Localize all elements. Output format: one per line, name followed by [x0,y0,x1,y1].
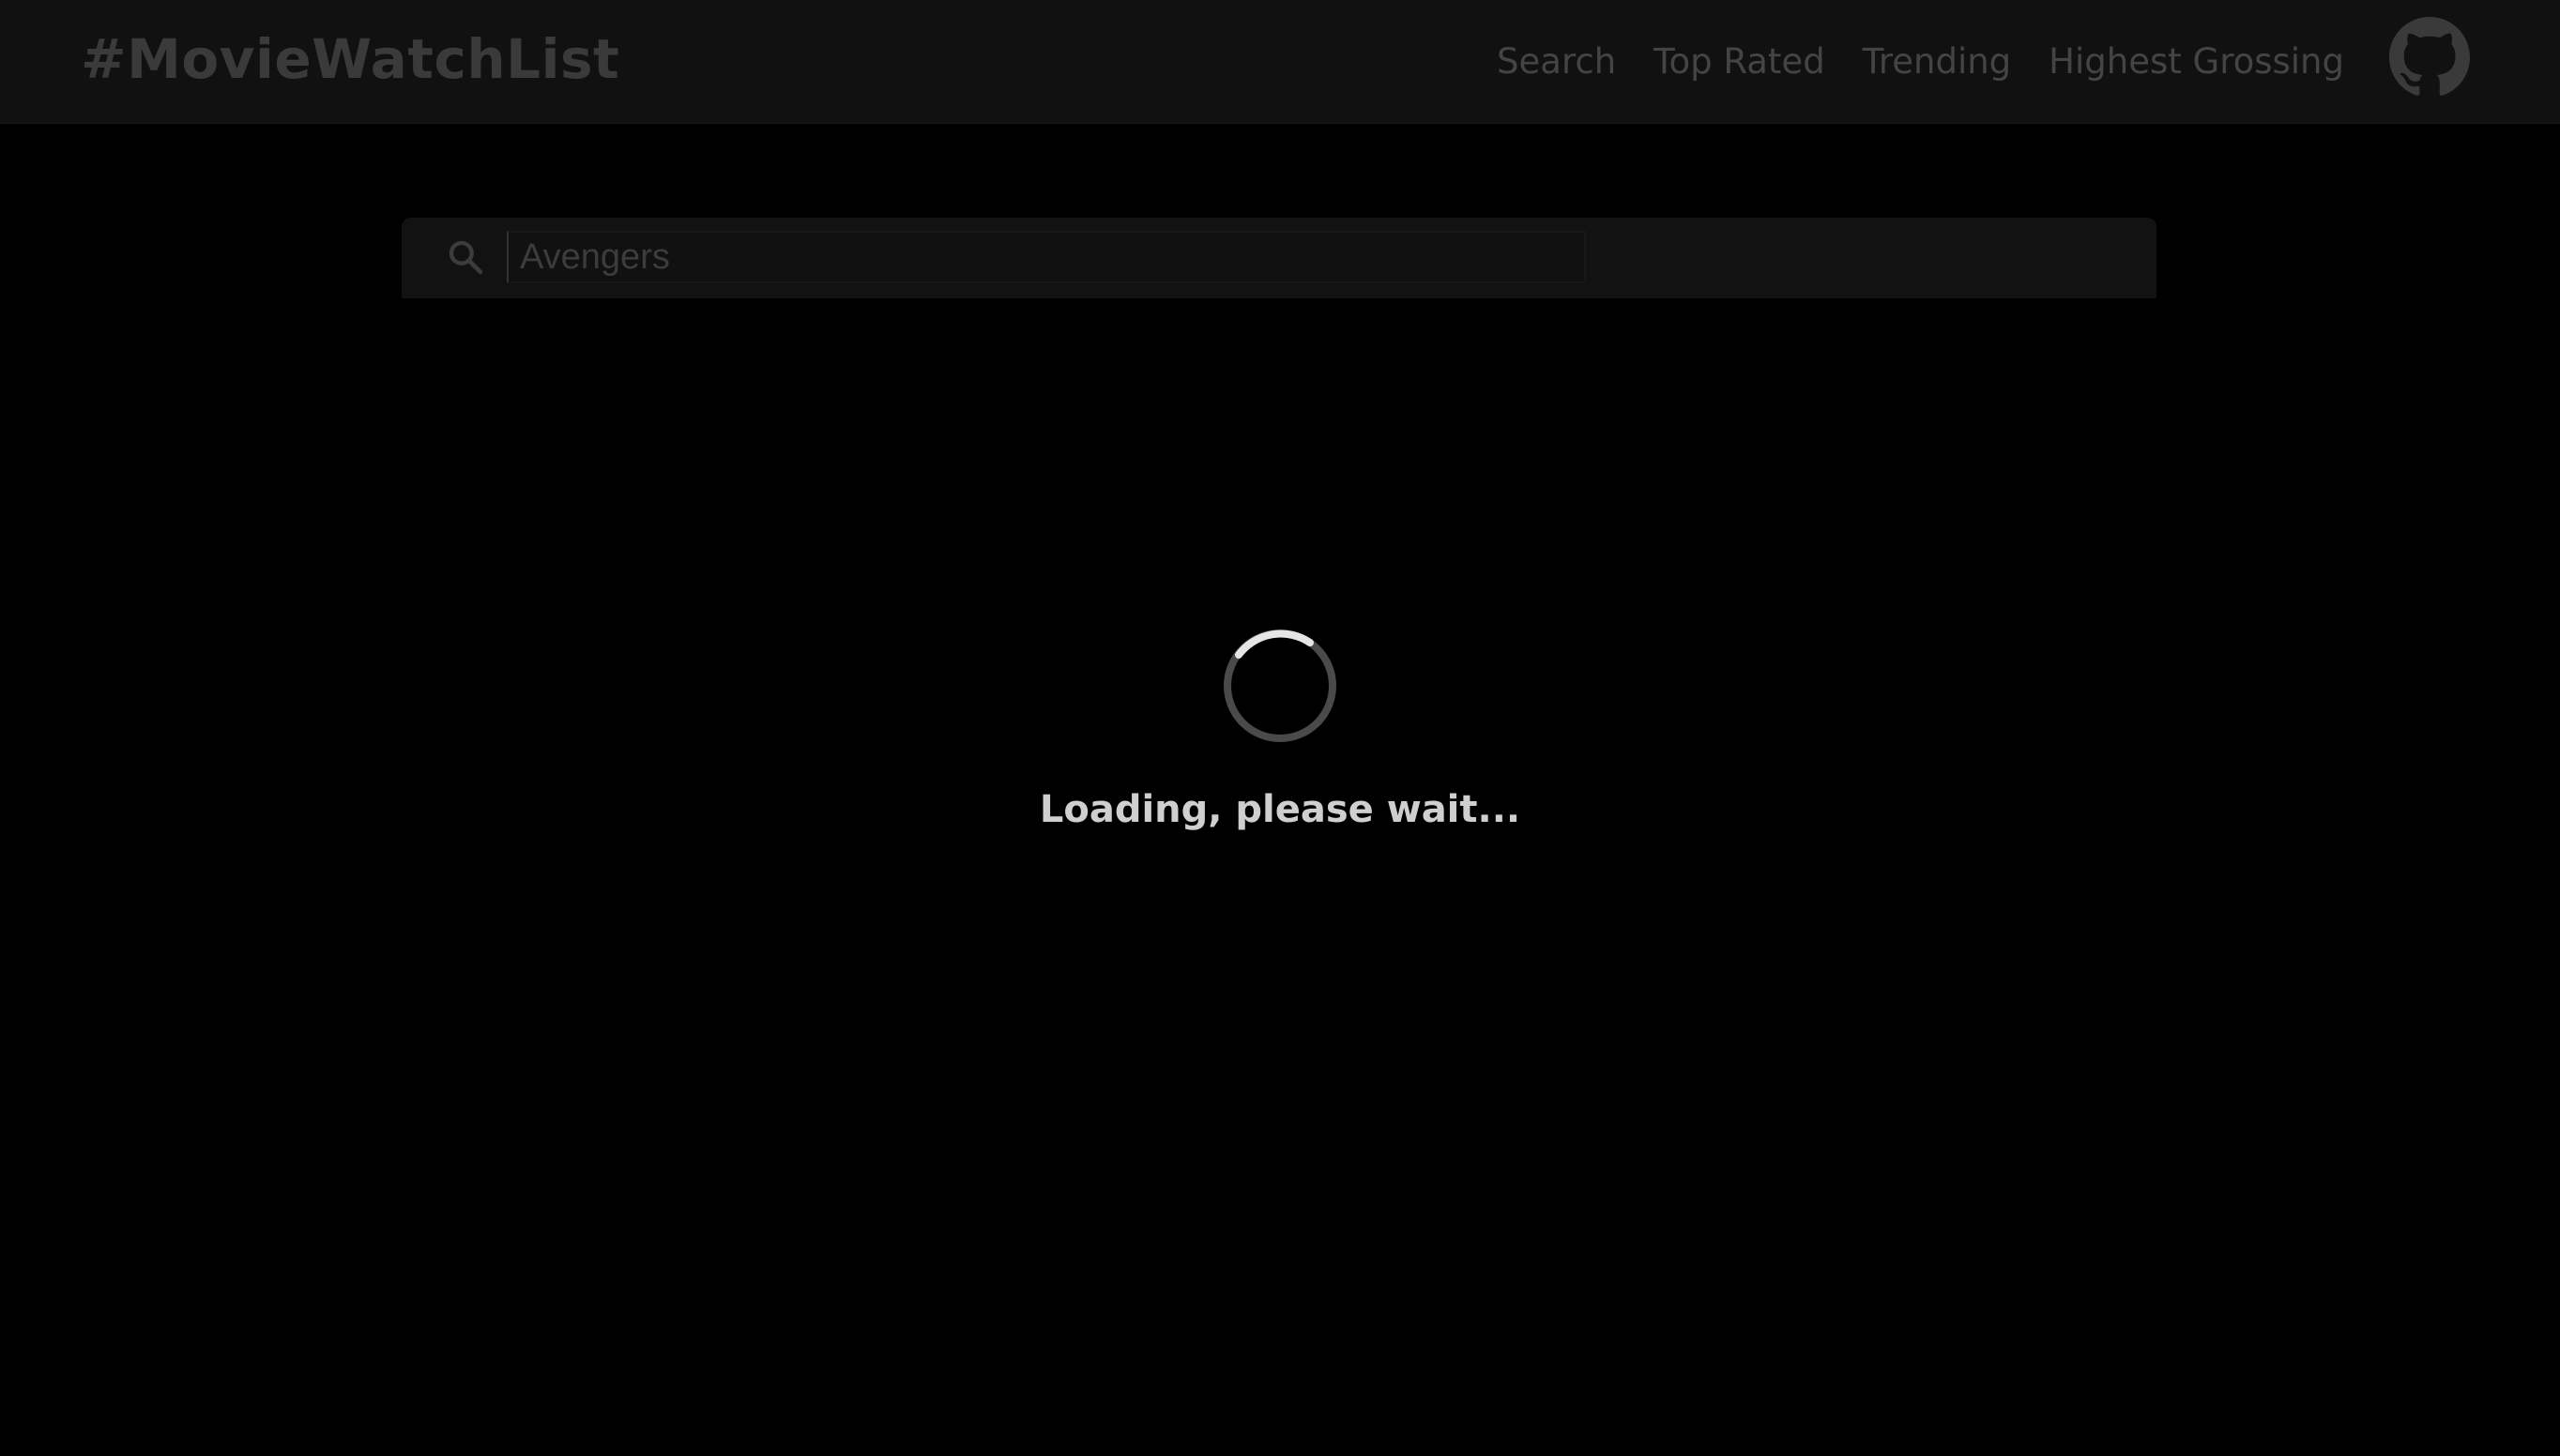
search-field [507,231,1586,283]
brand-logo[interactable]: #MovieWatchList [81,26,619,92]
nav-highest-grossing-link[interactable]: Highest Grossing [2049,39,2344,84]
main-nav: Search Top Rated Trending Highest Grossi… [1497,39,2344,84]
github-icon[interactable] [2389,17,2470,98]
nav-search-link[interactable]: Search [1497,39,1616,84]
loading-indicator: Loading, please wait... [0,627,2560,833]
search-icon [449,240,483,275]
loading-message: Loading, please wait... [1039,788,1521,831]
search-input[interactable] [509,233,1584,281]
nav-trending-link[interactable]: Trending [1863,39,2011,84]
nav-top-rated-link[interactable]: Top Rated [1653,39,1825,84]
top-navigation-bar: #MovieWatchList Search Top Rated Trendin… [0,0,2560,124]
spinner-icon [1224,629,1336,742]
search-panel [402,218,2156,298]
